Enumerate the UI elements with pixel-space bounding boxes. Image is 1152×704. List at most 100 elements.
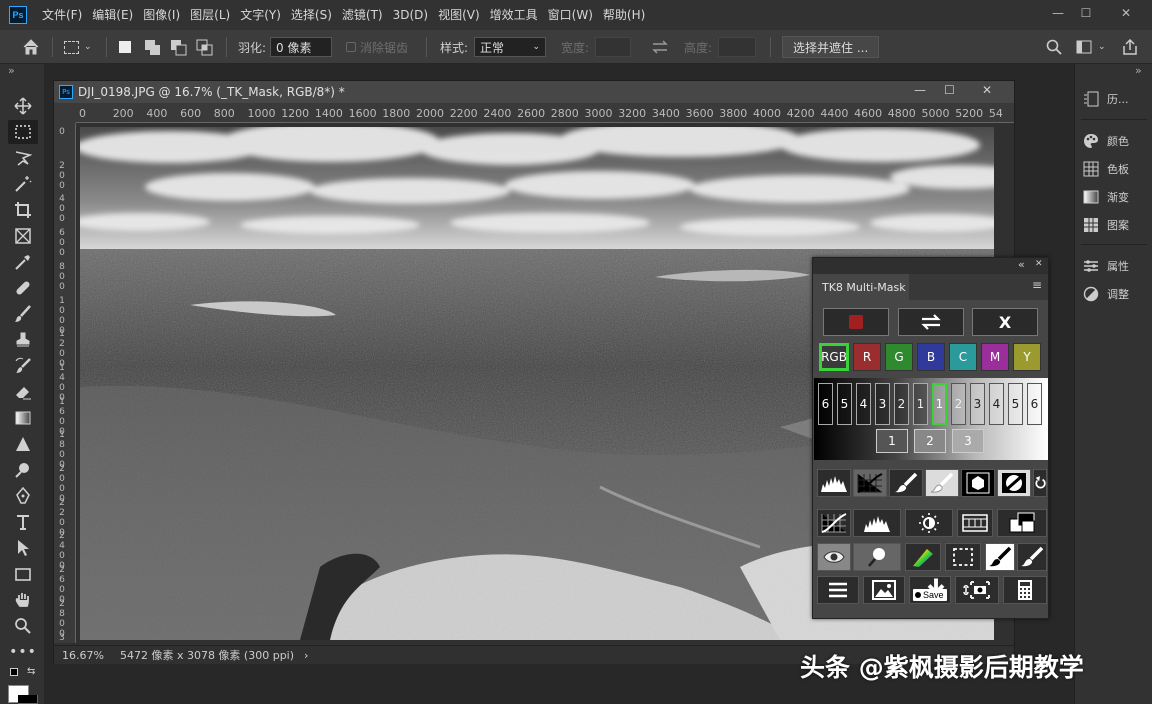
- menu-item[interactable]: 选择(S): [286, 0, 337, 30]
- doc-maximize-button[interactable]: ☐: [944, 83, 955, 97]
- move-tool[interactable]: [8, 94, 38, 118]
- zone-button[interactable]: 2: [951, 383, 966, 425]
- menu-item[interactable]: 图层(L): [185, 0, 235, 30]
- feather-input[interactable]: 0 像素: [270, 37, 333, 57]
- tk8-color-button[interactable]: [905, 543, 941, 571]
- new-selection-button[interactable]: [119, 30, 131, 64]
- brush-tool[interactable]: [8, 302, 38, 326]
- tk8-reset-button[interactable]: [1033, 469, 1047, 497]
- add-selection-button[interactable]: [144, 30, 161, 64]
- channel-button-r[interactable]: R: [853, 343, 881, 371]
- panel-history[interactable]: 历...: [1083, 88, 1129, 110]
- tk8-white-brush-button[interactable]: [1017, 543, 1047, 571]
- dodge-tool[interactable]: [8, 458, 38, 482]
- channel-button-y[interactable]: Y: [1013, 343, 1041, 371]
- menu-item[interactable]: 编辑(E): [87, 0, 138, 30]
- tk8-save-button[interactable]: Save: [909, 576, 951, 604]
- background-color-swatch[interactable]: [18, 695, 38, 704]
- tk8-x-button[interactable]: X: [972, 308, 1038, 336]
- history-brush-tool[interactable]: [8, 354, 38, 378]
- panel-properties[interactable]: 属性: [1083, 255, 1129, 277]
- path-selection-tool[interactable]: [8, 536, 38, 560]
- menu-item[interactable]: 视图(V): [433, 0, 485, 30]
- zone-button-row2[interactable]: 3: [952, 429, 984, 453]
- share-button[interactable]: [1122, 30, 1138, 64]
- tk8-swap-button[interactable]: [898, 308, 964, 336]
- zone-button[interactable]: 1: [913, 383, 928, 425]
- tk8-calculator-button[interactable]: [1003, 576, 1047, 604]
- menu-item[interactable]: 窗口(W): [543, 0, 598, 30]
- tk8-image-button[interactable]: [863, 576, 905, 604]
- maximize-button[interactable]: ☐: [1072, 4, 1100, 22]
- width-input[interactable]: [595, 37, 632, 57]
- channel-button-m[interactable]: M: [981, 343, 1009, 371]
- panel-swatches[interactable]: 色板: [1083, 158, 1129, 180]
- hand-tool[interactable]: [8, 588, 38, 612]
- tk8-menu-button[interactable]: [817, 576, 859, 604]
- tk8-tab[interactable]: TK8 Multi-Mask: [813, 274, 909, 300]
- menu-item[interactable]: 滤镜(T): [337, 0, 388, 30]
- zone-button[interactable]: 6: [818, 383, 833, 425]
- zone-button-row2[interactable]: 2: [914, 429, 946, 453]
- tk8-levels-button[interactable]: [853, 509, 901, 537]
- search-button[interactable]: [1046, 30, 1062, 64]
- zone-button-row2[interactable]: 1: [876, 429, 908, 453]
- panel-adjustments[interactable]: 调整: [1083, 283, 1129, 305]
- zone-button[interactable]: 5: [1008, 383, 1023, 425]
- swap-colors-icon[interactable]: ⇆: [27, 666, 35, 677]
- height-input[interactable]: [718, 37, 757, 57]
- pen-tool[interactable]: [8, 484, 38, 508]
- frame-tool[interactable]: [8, 224, 38, 248]
- menu-item[interactable]: 3D(D): [388, 0, 433, 30]
- tk8-brush-button[interactable]: [889, 469, 923, 497]
- tk8-mask-button[interactable]: [961, 469, 995, 497]
- panel-collapse[interactable]: »: [1135, 64, 1142, 77]
- tk8-link-screenshot-button[interactable]: [955, 576, 999, 604]
- marquee-tool[interactable]: [8, 120, 38, 144]
- zone-button[interactable]: 4: [989, 383, 1004, 425]
- panel-patterns[interactable]: 图案: [1083, 214, 1129, 236]
- channel-button-b[interactable]: B: [917, 343, 945, 371]
- panel-color[interactable]: 颜色: [1083, 130, 1129, 152]
- type-tool[interactable]: [8, 510, 38, 534]
- tk8-collapse-button[interactable]: «: [1018, 258, 1025, 271]
- tk8-stop-button[interactable]: [823, 308, 889, 336]
- edit-toolbar-button[interactable]: •••: [8, 640, 38, 664]
- eyedropper-tool[interactable]: [8, 250, 38, 274]
- doc-minimize-button[interactable]: —: [914, 83, 926, 97]
- menu-item[interactable]: 图像(I): [138, 0, 185, 30]
- panel-gradients[interactable]: 渐变: [1083, 186, 1129, 208]
- zone-button[interactable]: 4: [856, 383, 871, 425]
- antialias-checkbox[interactable]: 消除锯齿: [346, 30, 408, 64]
- menu-item[interactable]: 增效工具: [485, 0, 543, 30]
- lasso-tool[interactable]: [8, 146, 38, 170]
- eraser-tool[interactable]: [8, 380, 38, 404]
- menu-item[interactable]: 文件(F): [37, 0, 87, 30]
- tk8-histogram-button[interactable]: [817, 469, 851, 497]
- horizontal-ruler[interactable]: 0 200 400 600 800 1000 1200 1400 1600 1800 2000 220…: [76, 103, 1014, 123]
- vertical-ruler[interactable]: 0 200 400 600 800 1000 1200 1400 1600 1800 2000 220…: [54, 123, 76, 643]
- tk8-filmstrip-button[interactable]: [957, 509, 993, 537]
- status-menu-arrow[interactable]: ›: [304, 649, 308, 662]
- swap-dimensions-button[interactable]: [652, 30, 668, 64]
- tk8-close-button[interactable]: ✕: [1035, 259, 1043, 269]
- ruler-corner[interactable]: [54, 103, 76, 123]
- tk8-eye-button[interactable]: [817, 543, 851, 571]
- gradient-tool[interactable]: [8, 406, 38, 430]
- zone-button[interactable]: 2: [894, 383, 909, 425]
- tk8-light-brush-button[interactable]: [925, 469, 959, 497]
- zoom-tool[interactable]: [8, 614, 38, 638]
- select-and-mask-button[interactable]: 选择并遮住 ...: [782, 36, 880, 58]
- zone-button[interactable]: 6: [1027, 383, 1042, 425]
- menu-item[interactable]: 帮助(H): [598, 0, 650, 30]
- minimize-button[interactable]: —: [1044, 4, 1072, 22]
- style-select[interactable]: 正常 ⌄: [474, 37, 547, 57]
- channel-button-g[interactable]: G: [885, 343, 913, 371]
- zone-button[interactable]: 1: [932, 383, 947, 425]
- tk8-brightness-button[interactable]: [905, 509, 953, 537]
- tk8-black-brush-button[interactable]: [985, 543, 1015, 571]
- healing-brush-tool[interactable]: [8, 276, 38, 300]
- tk8-curves-button[interactable]: [853, 469, 887, 497]
- marquee-preset-button[interactable]: ⌄: [64, 30, 92, 64]
- zone-button[interactable]: 3: [970, 383, 985, 425]
